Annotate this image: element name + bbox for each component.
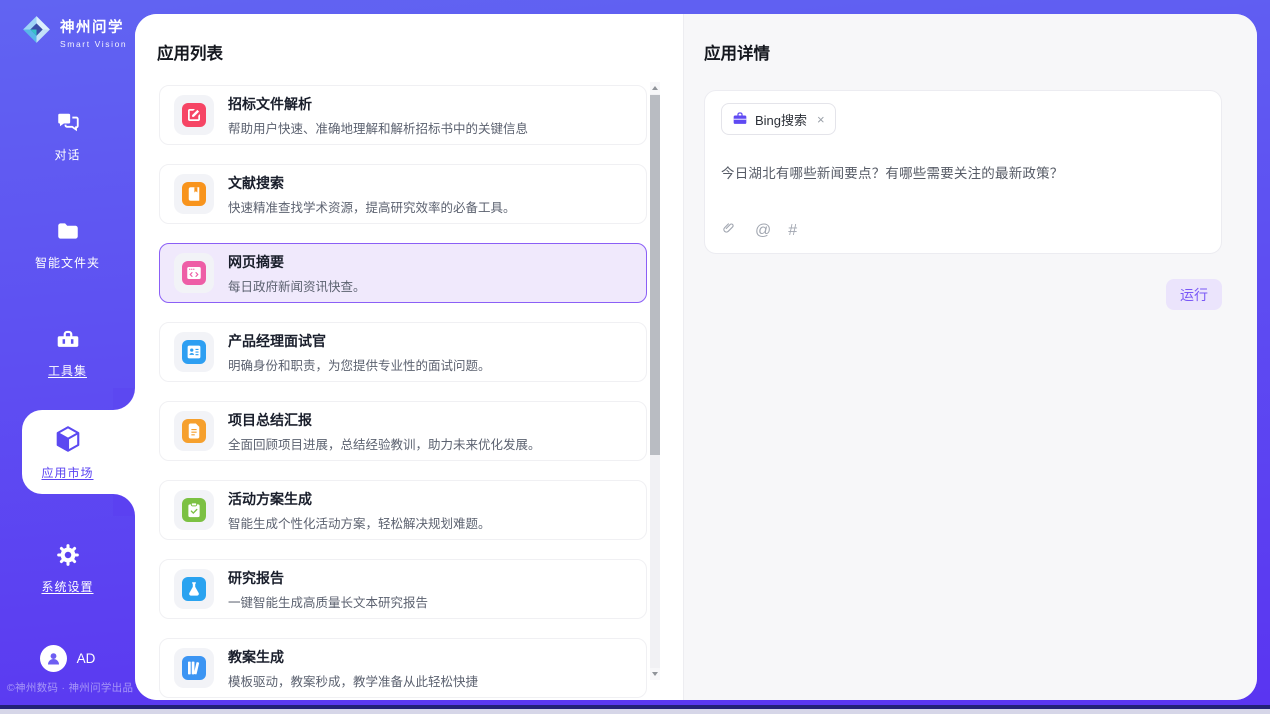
app-card-desc: 智能生成个性化活动方案，轻松解决规划难题。: [228, 513, 491, 532]
input-toolbar: @#: [721, 220, 797, 241]
user-row[interactable]: AD: [0, 645, 135, 672]
chat-icon: [55, 123, 81, 140]
topic-icon[interactable]: #: [788, 223, 797, 239]
tool-tag[interactable]: Bing搜索 ×: [721, 103, 836, 135]
app-card[interactable]: 活动方案生成智能生成个性化活动方案，轻松解决规划难题。: [159, 480, 647, 540]
app-card-desc: 明确身份和职责，为您提供专业性的面试问题。: [228, 355, 491, 374]
literature-book-icon: [182, 182, 206, 206]
sidebar-item-chat[interactable]: 对话: [0, 110, 135, 163]
tool-tag-label: Bing搜索: [755, 110, 807, 129]
app-card-list: 招标文件解析帮助用户快速、准确地理解和解析招标书中的关键信息文献搜索快速精准查找…: [159, 85, 647, 698]
app-card[interactable]: 网页摘要每日政府新闻资讯快查。: [159, 243, 647, 303]
main-content: 应用列表 招标文件解析帮助用户快速、准确地理解和解析招标书中的关键信息文献搜索快…: [135, 14, 1257, 700]
avatar: [40, 645, 67, 672]
cube-icon: [53, 441, 83, 458]
bubble-curve-bottom: [113, 494, 135, 516]
query-card[interactable]: Bing搜索 × 今日湖北有哪些新闻要点？有哪些需要关注的最新政策？ @#: [704, 90, 1222, 254]
app-detail-panel: 应用详情 Bing搜索 × 今日湖北有哪些新闻要点？有哪些需要关注的最新政策？ …: [683, 14, 1257, 700]
app-card[interactable]: 教案生成模板驱动，教案秒成，教学准备从此轻松快捷: [159, 638, 647, 698]
sidebar-item-smart-folders[interactable]: 智能文件夹: [0, 218, 135, 271]
app-card-icon-box: [174, 95, 214, 135]
app-card-icon-box: [174, 569, 214, 609]
brand-subtitle: Smart Vision: [60, 39, 127, 49]
app-card-icon-box: [174, 253, 214, 293]
app-list-panel: 应用列表 招标文件解析帮助用户快速、准确地理解和解析招标书中的关键信息文献搜索快…: [135, 14, 683, 700]
sidebar: 神州问学 Smart Vision 对话智能文件夹工具集应用市场系统设置 AD …: [0, 0, 135, 705]
tool-tag-close-icon[interactable]: ×: [817, 112, 825, 127]
lesson-books-icon: [182, 656, 206, 680]
app-card-icon-box: [174, 174, 214, 214]
app-card-desc: 帮助用户快速、准确地理解和解析招标书中的关键信息: [228, 118, 528, 137]
app-card-desc: 全面回顾项目进展，总结经验教训，助力未来优化发展。: [228, 434, 541, 453]
folder-icon: [55, 231, 81, 248]
app-card-icon-box: [174, 490, 214, 530]
sidebar-item-label: 对话: [0, 146, 135, 163]
app-card[interactable]: 项目总结汇报全面回顾项目进展，总结经验教训，助力未来优化发展。: [159, 401, 647, 461]
app-card-title: 教案生成: [228, 649, 284, 665]
scrollbar[interactable]: [650, 82, 660, 680]
app-card-icon-box: [174, 332, 214, 372]
run-row: 运行: [704, 279, 1222, 310]
app-card[interactable]: 产品经理面试官明确身份和职责，为您提供专业性的面试问题。: [159, 322, 647, 382]
scrollbar-down-arrow[interactable]: [650, 668, 660, 680]
paperclip-icon[interactable]: [721, 220, 738, 241]
bubble-curve-top: [113, 388, 135, 410]
app-card-title: 产品经理面试官: [228, 333, 326, 349]
run-button[interactable]: 运行: [1166, 279, 1222, 310]
tender-edit-icon: [182, 103, 206, 127]
gear-icon: [55, 555, 81, 572]
app-card-title: 活动方案生成: [228, 491, 312, 507]
toolbox-icon: [55, 339, 81, 356]
app-card[interactable]: 文献搜索快速精准查找学术资源，提高研究效率的必备工具。: [159, 164, 647, 224]
mention-icon[interactable]: @: [755, 223, 771, 239]
sidebar-item-label: 系统设置: [0, 578, 135, 595]
app-card-title: 招标文件解析: [228, 96, 312, 112]
brand-diamond-icon: [20, 13, 53, 51]
webpage-icon: [182, 261, 206, 285]
app-card-desc: 模板驱动，教案秒成，教学准备从此轻松快捷: [228, 671, 478, 690]
brand-name: 神州问学: [60, 16, 127, 37]
app-card[interactable]: 研究报告一键智能生成高质量长文本研究报告: [159, 559, 647, 619]
app-card-desc: 快速精准查找学术资源，提高研究效率的必备工具。: [228, 197, 516, 216]
user-icon: [45, 650, 62, 667]
sidebar-item-label: 智能文件夹: [0, 254, 135, 271]
app-card-desc: 一键智能生成高质量长文本研究报告: [228, 592, 428, 611]
query-text[interactable]: 今日湖北有哪些新闻要点？有哪些需要关注的最新政策？: [721, 162, 1205, 182]
app-card-icon-box: [174, 411, 214, 451]
app-detail-title: 应用详情: [704, 40, 1222, 64]
copyright-text: ©神州数码 · 神州问学出品: [7, 680, 133, 695]
sidebar-item-label: 工具集: [0, 362, 135, 379]
activity-plan-icon: [182, 498, 206, 522]
desktop-edge: [0, 709, 1270, 714]
app-card-icon-box: [174, 648, 214, 688]
app-card-title: 项目总结汇报: [228, 412, 312, 428]
app-card-title: 网页摘要: [228, 254, 284, 270]
sidebar-item-app-market[interactable]: 应用市场: [0, 424, 135, 481]
app-card-title: 文献搜索: [228, 175, 284, 191]
scrollbar-up-arrow[interactable]: [650, 82, 660, 94]
app-card-title: 研究报告: [228, 570, 284, 586]
briefcase-icon: [732, 111, 748, 127]
brand-logo: 神州问学 Smart Vision: [20, 13, 127, 51]
research-report-icon: [182, 577, 206, 601]
app-frame: 神州问学 Smart Vision 对话智能文件夹工具集应用市场系统设置 AD …: [0, 0, 1270, 714]
interviewer-icon: [182, 340, 206, 364]
sidebar-item-settings[interactable]: 系统设置: [0, 542, 135, 595]
app-list-title: 应用列表: [157, 40, 223, 64]
scrollbar-thumb[interactable]: [650, 95, 660, 455]
sidebar-item-toolset[interactable]: 工具集: [0, 326, 135, 379]
user-initials: AD: [77, 651, 96, 666]
sidebar-item-label: 应用市场: [0, 464, 135, 481]
app-card-desc: 每日政府新闻资讯快查。: [228, 276, 366, 295]
app-card[interactable]: 招标文件解析帮助用户快速、准确地理解和解析招标书中的关键信息: [159, 85, 647, 145]
summary-doc-icon: [182, 419, 206, 443]
